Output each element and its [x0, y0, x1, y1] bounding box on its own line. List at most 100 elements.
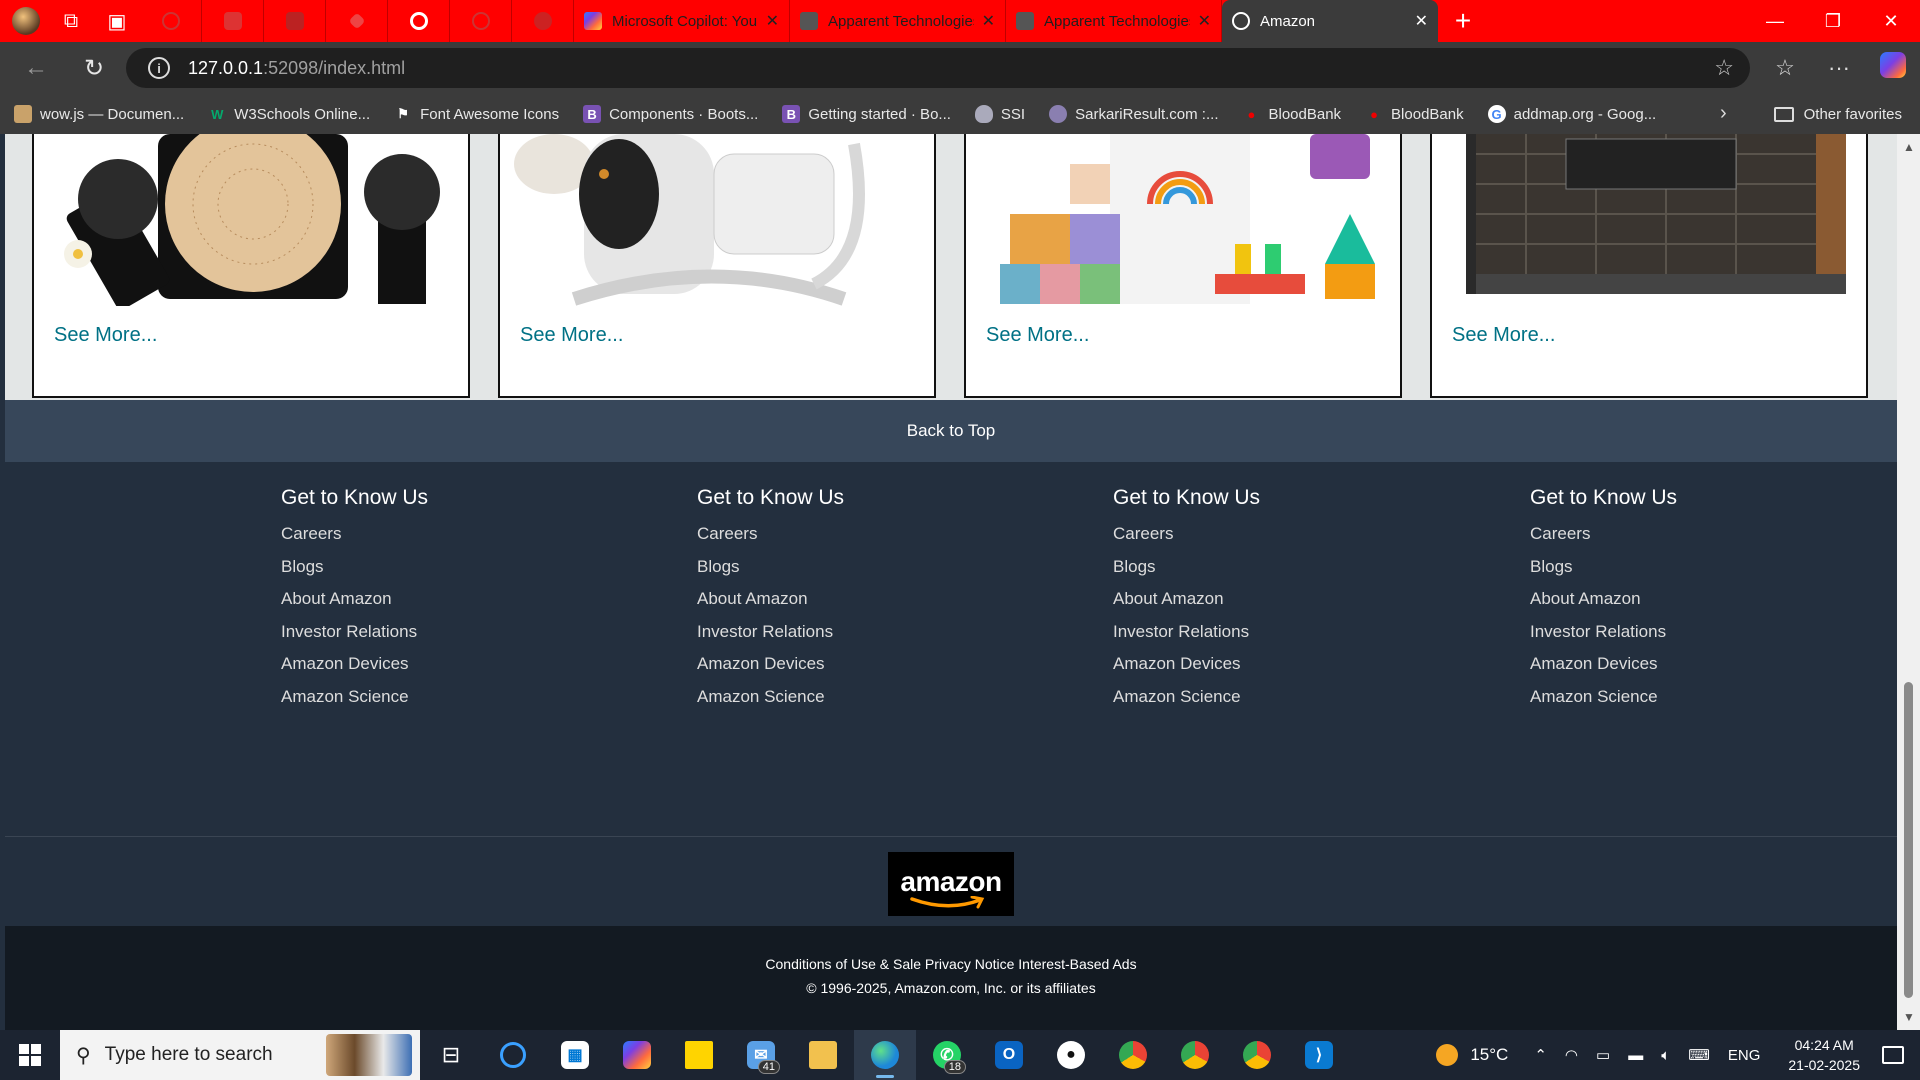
new-tab-button[interactable]: + — [1438, 0, 1488, 42]
scroll-down-arrow-icon[interactable]: ▼ — [1903, 1010, 1915, 1024]
bookmark-item[interactable]: W W3Schools Online... — [208, 105, 370, 123]
pinned-tab[interactable] — [326, 0, 388, 42]
bookmark-item[interactable]: ● BloodBank — [1242, 105, 1342, 123]
bookmark-item[interactable]: ● BloodBank — [1365, 105, 1464, 123]
pinned-tab[interactable] — [512, 0, 574, 42]
bookmark-item[interactable]: SSI — [974, 105, 1025, 123]
close-window-icon[interactable]: ✕ — [1862, 0, 1920, 42]
vertical-tabs-icon[interactable]: ▣ — [104, 8, 130, 34]
footer-link-blogs[interactable]: Blogs — [1530, 551, 1830, 584]
meet-now-icon[interactable]: ▭ — [1596, 1046, 1610, 1064]
battery-icon[interactable]: ▬ — [1628, 1047, 1643, 1064]
footer-link-devices[interactable]: Amazon Devices — [1530, 648, 1830, 681]
footer-link-about[interactable]: About Amazon — [1530, 583, 1830, 616]
address-bar[interactable]: i 127.0.0.1:52098/index.html ☆ — [126, 48, 1750, 88]
bookmark-item[interactable]: B Getting started · Bo... — [782, 105, 951, 123]
see-more-link[interactable]: See More... — [1452, 324, 1555, 347]
see-more-link[interactable]: See More... — [986, 324, 1089, 347]
chrome-icon[interactable] — [1102, 1030, 1164, 1080]
close-tab-icon[interactable]: ✕ — [1198, 11, 1211, 31]
chrome-icon[interactable] — [1164, 1030, 1226, 1080]
see-more-link[interactable]: See More... — [520, 324, 623, 347]
microsoft-store-icon[interactable]: ▦ — [544, 1030, 606, 1080]
volume-icon[interactable]: 🔈︎ — [1661, 1047, 1670, 1064]
chevron-right-icon[interactable]: › — [1720, 102, 1727, 125]
sticky-notes-icon[interactable] — [668, 1030, 730, 1080]
wifi-icon[interactable]: ◠ — [1565, 1046, 1578, 1064]
footer-link-about[interactable]: About Amazon — [1113, 583, 1413, 616]
footer-link-blogs[interactable]: Blogs — [697, 551, 997, 584]
favorite-star-icon[interactable]: ☆ — [1714, 55, 1734, 81]
tab-apparent-1[interactable]: Apparent Technologies ✕ — [790, 0, 1006, 42]
bookmark-item[interactable]: ⚑ Font Awesome Icons — [394, 105, 559, 123]
close-tab-icon[interactable]: ✕ — [1415, 11, 1428, 31]
copilot-app-icon[interactable] — [606, 1030, 668, 1080]
keyboard-icon[interactable]: ⌨ — [1688, 1046, 1710, 1064]
pinned-tab[interactable] — [264, 0, 326, 42]
footer-link-careers[interactable]: Careers — [697, 518, 997, 551]
pinned-tab[interactable] — [388, 0, 450, 42]
footer-link-about[interactable]: About Amazon — [281, 583, 581, 616]
bookmark-item[interactable]: B Components · Boots... — [583, 105, 758, 123]
pinned-tab[interactable] — [140, 0, 202, 42]
see-more-link[interactable]: See More... — [54, 324, 157, 347]
clock[interactable]: 04:24 AM 21-02-2025 — [1788, 1035, 1860, 1075]
taskbar-search[interactable]: ⚲ Type here to search — [60, 1030, 420, 1080]
footer-link-careers[interactable]: Careers — [1530, 518, 1830, 551]
footer-link-careers[interactable]: Careers — [1113, 518, 1413, 551]
github-icon[interactable]: ● — [1040, 1030, 1102, 1080]
cortana-icon[interactable] — [482, 1030, 544, 1080]
footer-link-science[interactable]: Amazon Science — [1530, 681, 1830, 714]
scrollbar-thumb[interactable] — [1904, 682, 1913, 998]
file-explorer-icon[interactable] — [792, 1030, 854, 1080]
footer-link-devices[interactable]: Amazon Devices — [281, 648, 581, 681]
page-scrollbar[interactable]: ▲ ▼ — [1897, 134, 1920, 1030]
footer-link-devices[interactable]: Amazon Devices — [1113, 648, 1413, 681]
footer-link-science[interactable]: Amazon Science — [697, 681, 997, 714]
notifications-icon[interactable] — [1882, 1046, 1904, 1064]
footer-link-investor[interactable]: Investor Relations — [1530, 616, 1830, 649]
url-text[interactable]: 127.0.0.1:52098/index.html — [188, 58, 405, 79]
footer-link-investor[interactable]: Investor Relations — [697, 616, 997, 649]
outlook-icon[interactable]: O — [978, 1030, 1040, 1080]
close-tab-icon[interactable]: ✕ — [982, 11, 995, 31]
footer-link-about[interactable]: About Amazon — [697, 583, 997, 616]
back-arrow-icon[interactable]: ← — [14, 48, 58, 88]
restore-icon[interactable]: ❐ — [1804, 0, 1862, 42]
footer-link-investor[interactable]: Investor Relations — [281, 616, 581, 649]
bookmark-item[interactable]: SarkariResult.com :... — [1049, 105, 1218, 123]
back-to-top-button[interactable]: Back to Top — [5, 400, 1897, 462]
start-button[interactable] — [0, 1030, 60, 1080]
vscode-icon[interactable]: ⟩ — [1288, 1030, 1350, 1080]
language-indicator[interactable]: ENG — [1728, 1047, 1761, 1064]
reload-icon[interactable]: ↻ — [72, 48, 116, 88]
more-menu-icon[interactable]: ··· — [1812, 55, 1866, 81]
bookmark-item[interactable]: wow.js — Documen... — [14, 105, 184, 123]
footer-link-science[interactable]: Amazon Science — [1113, 681, 1413, 714]
workspaces-icon[interactable]: ⧉ — [58, 8, 84, 34]
bookmark-item[interactable]: Gaddmap.org - Goog... — [1487, 105, 1656, 123]
task-view-icon[interactable]: ⊟ — [420, 1030, 482, 1080]
legal-links[interactable]: Conditions of Use & Sale Privacy Notice … — [5, 956, 1897, 972]
tab-amazon[interactable]: Amazon ✕ — [1222, 0, 1438, 42]
profile-avatar[interactable] — [12, 7, 40, 35]
tab-apparent-2[interactable]: Apparent Technologies ✕ — [1006, 0, 1222, 42]
pinned-tab[interactable] — [450, 0, 512, 42]
footer-link-blogs[interactable]: Blogs — [1113, 551, 1413, 584]
chrome-icon[interactable] — [1226, 1030, 1288, 1080]
footer-link-blogs[interactable]: Blogs — [281, 551, 581, 584]
show-hidden-icons-icon[interactable]: ⌃ — [1534, 1046, 1547, 1064]
copilot-button[interactable] — [1866, 52, 1920, 84]
weather-widget[interactable]: 15°C — [1436, 1044, 1508, 1066]
scroll-up-arrow-icon[interactable]: ▲ — [1903, 140, 1915, 154]
footer-link-devices[interactable]: Amazon Devices — [697, 648, 997, 681]
other-favorites-button[interactable]: Other favorites — [1773, 94, 1902, 134]
mail-icon[interactable]: ✉ 41 — [730, 1030, 792, 1080]
amazon-logo[interactable]: amazon — [888, 852, 1014, 916]
footer-link-careers[interactable]: Careers — [281, 518, 581, 551]
favorites-icon[interactable]: ☆ — [1758, 55, 1812, 81]
tab-copilot[interactable]: Microsoft Copilot: Your AI co ✕ — [574, 0, 790, 42]
minimize-icon[interactable]: — — [1746, 0, 1804, 42]
pinned-tab[interactable] — [202, 0, 264, 42]
whatsapp-icon[interactable]: ✆ 18 — [916, 1030, 978, 1080]
